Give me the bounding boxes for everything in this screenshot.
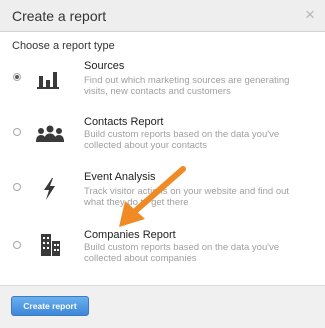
close-icon[interactable]: × <box>302 6 318 24</box>
option-description-line: visits, new contacts and customers <box>84 86 231 97</box>
option-description-line: Track visitor actions on your website an… <box>84 186 290 197</box>
option-description: Track visitor actions on your website an… <box>84 186 314 208</box>
option-description: Build custom reports based on the data y… <box>84 242 314 264</box>
option-title: Event Analysis <box>84 171 156 183</box>
option-description: Find out which marketing sources are gen… <box>84 75 314 97</box>
dialog-title: Create a report <box>12 8 107 24</box>
dialog-header: Create a report × <box>0 0 325 32</box>
option-title: Sources <box>84 60 125 72</box>
radio-companies[interactable] <box>13 241 21 249</box>
report-option-sources[interactable]: Sources Find out which marketing sources… <box>0 60 325 104</box>
bar-chart-icon <box>35 67 65 91</box>
radio-contacts[interactable] <box>13 128 21 136</box>
option-description: Build custom reports based on the data y… <box>84 129 314 151</box>
lightning-bolt-icon <box>35 177 65 201</box>
create-report-dialog: Create a report × Choose a report type S… <box>0 0 325 328</box>
option-description-line: collected about companies <box>84 253 197 264</box>
report-option-event-analysis[interactable]: Event Analysis Track visitor actions on … <box>0 171 325 215</box>
report-option-contacts[interactable]: Contacts Report Build custom reports bas… <box>0 116 325 160</box>
option-description-line: what they do to get there <box>84 197 189 208</box>
create-report-button[interactable]: Create report <box>11 296 89 316</box>
radio-sources[interactable] <box>13 73 21 81</box>
option-description-line: Find out which marketing sources are gen… <box>84 75 290 86</box>
dialog-footer: Create report <box>0 285 325 328</box>
buildings-icon <box>35 232 65 256</box>
section-label: Choose a report type <box>12 40 115 52</box>
radio-event-analysis[interactable] <box>13 183 21 191</box>
option-description-line: collected about your contacts <box>84 140 208 151</box>
option-description-line: Build custom reports based on the data y… <box>84 242 280 253</box>
option-title: Companies Report <box>84 229 176 241</box>
option-title: Contacts Report <box>84 116 164 128</box>
report-option-companies[interactable]: Companies Report Build custom reports ba… <box>0 229 325 273</box>
people-icon <box>35 121 65 145</box>
option-description-line: Build custom reports based on the data y… <box>84 129 280 140</box>
